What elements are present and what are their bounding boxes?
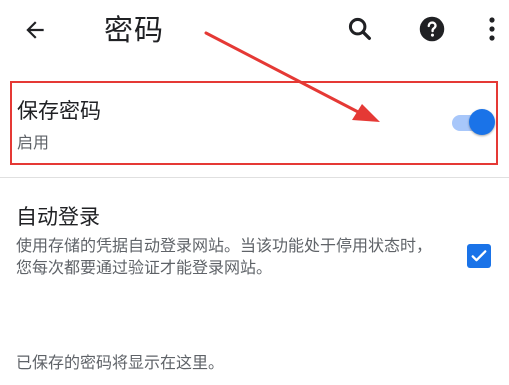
save-passwords-title: 保存密码 bbox=[17, 99, 101, 123]
save-passwords-toggle[interactable] bbox=[450, 107, 495, 137]
auto-signin-row[interactable]: 自动登录 使用存储的凭据自动登录网站。当该功能处于停用状态时，您每次都要通过验证… bbox=[0, 195, 509, 325]
more-options-button[interactable] bbox=[480, 12, 504, 46]
auto-signin-checkbox[interactable] bbox=[467, 244, 491, 268]
auto-signin-title: 自动登录 bbox=[16, 205, 100, 229]
toggle-thumb bbox=[469, 109, 495, 135]
save-passwords-row[interactable]: 保存密码 启用 bbox=[10, 81, 498, 165]
arrow-back-icon bbox=[26, 21, 44, 39]
more-vert-icon bbox=[489, 17, 495, 41]
passwords-settings-page: 密码 保存密码 启用 自动登录 使用存储的凭据自动登录网站。当该功能处于停用状态… bbox=[0, 0, 509, 385]
help-button[interactable] bbox=[416, 13, 448, 45]
back-button[interactable] bbox=[18, 13, 52, 47]
empty-passwords-message: 已保存的密码将显示在这里。 bbox=[16, 353, 225, 372]
checkmark-icon bbox=[471, 250, 487, 262]
page-title: 密码 bbox=[104, 13, 165, 47]
auto-signin-description: 使用存储的凭据自动登录网站。当该功能处于停用状态时，您每次都要通过验证才能登录网… bbox=[16, 236, 433, 277]
save-passwords-status: 启用 bbox=[17, 133, 50, 152]
section-divider bbox=[0, 177, 509, 178]
help-icon bbox=[419, 16, 445, 42]
app-bar: 密码 bbox=[0, 0, 509, 66]
search-icon bbox=[348, 17, 371, 40]
search-button[interactable] bbox=[344, 13, 376, 45]
